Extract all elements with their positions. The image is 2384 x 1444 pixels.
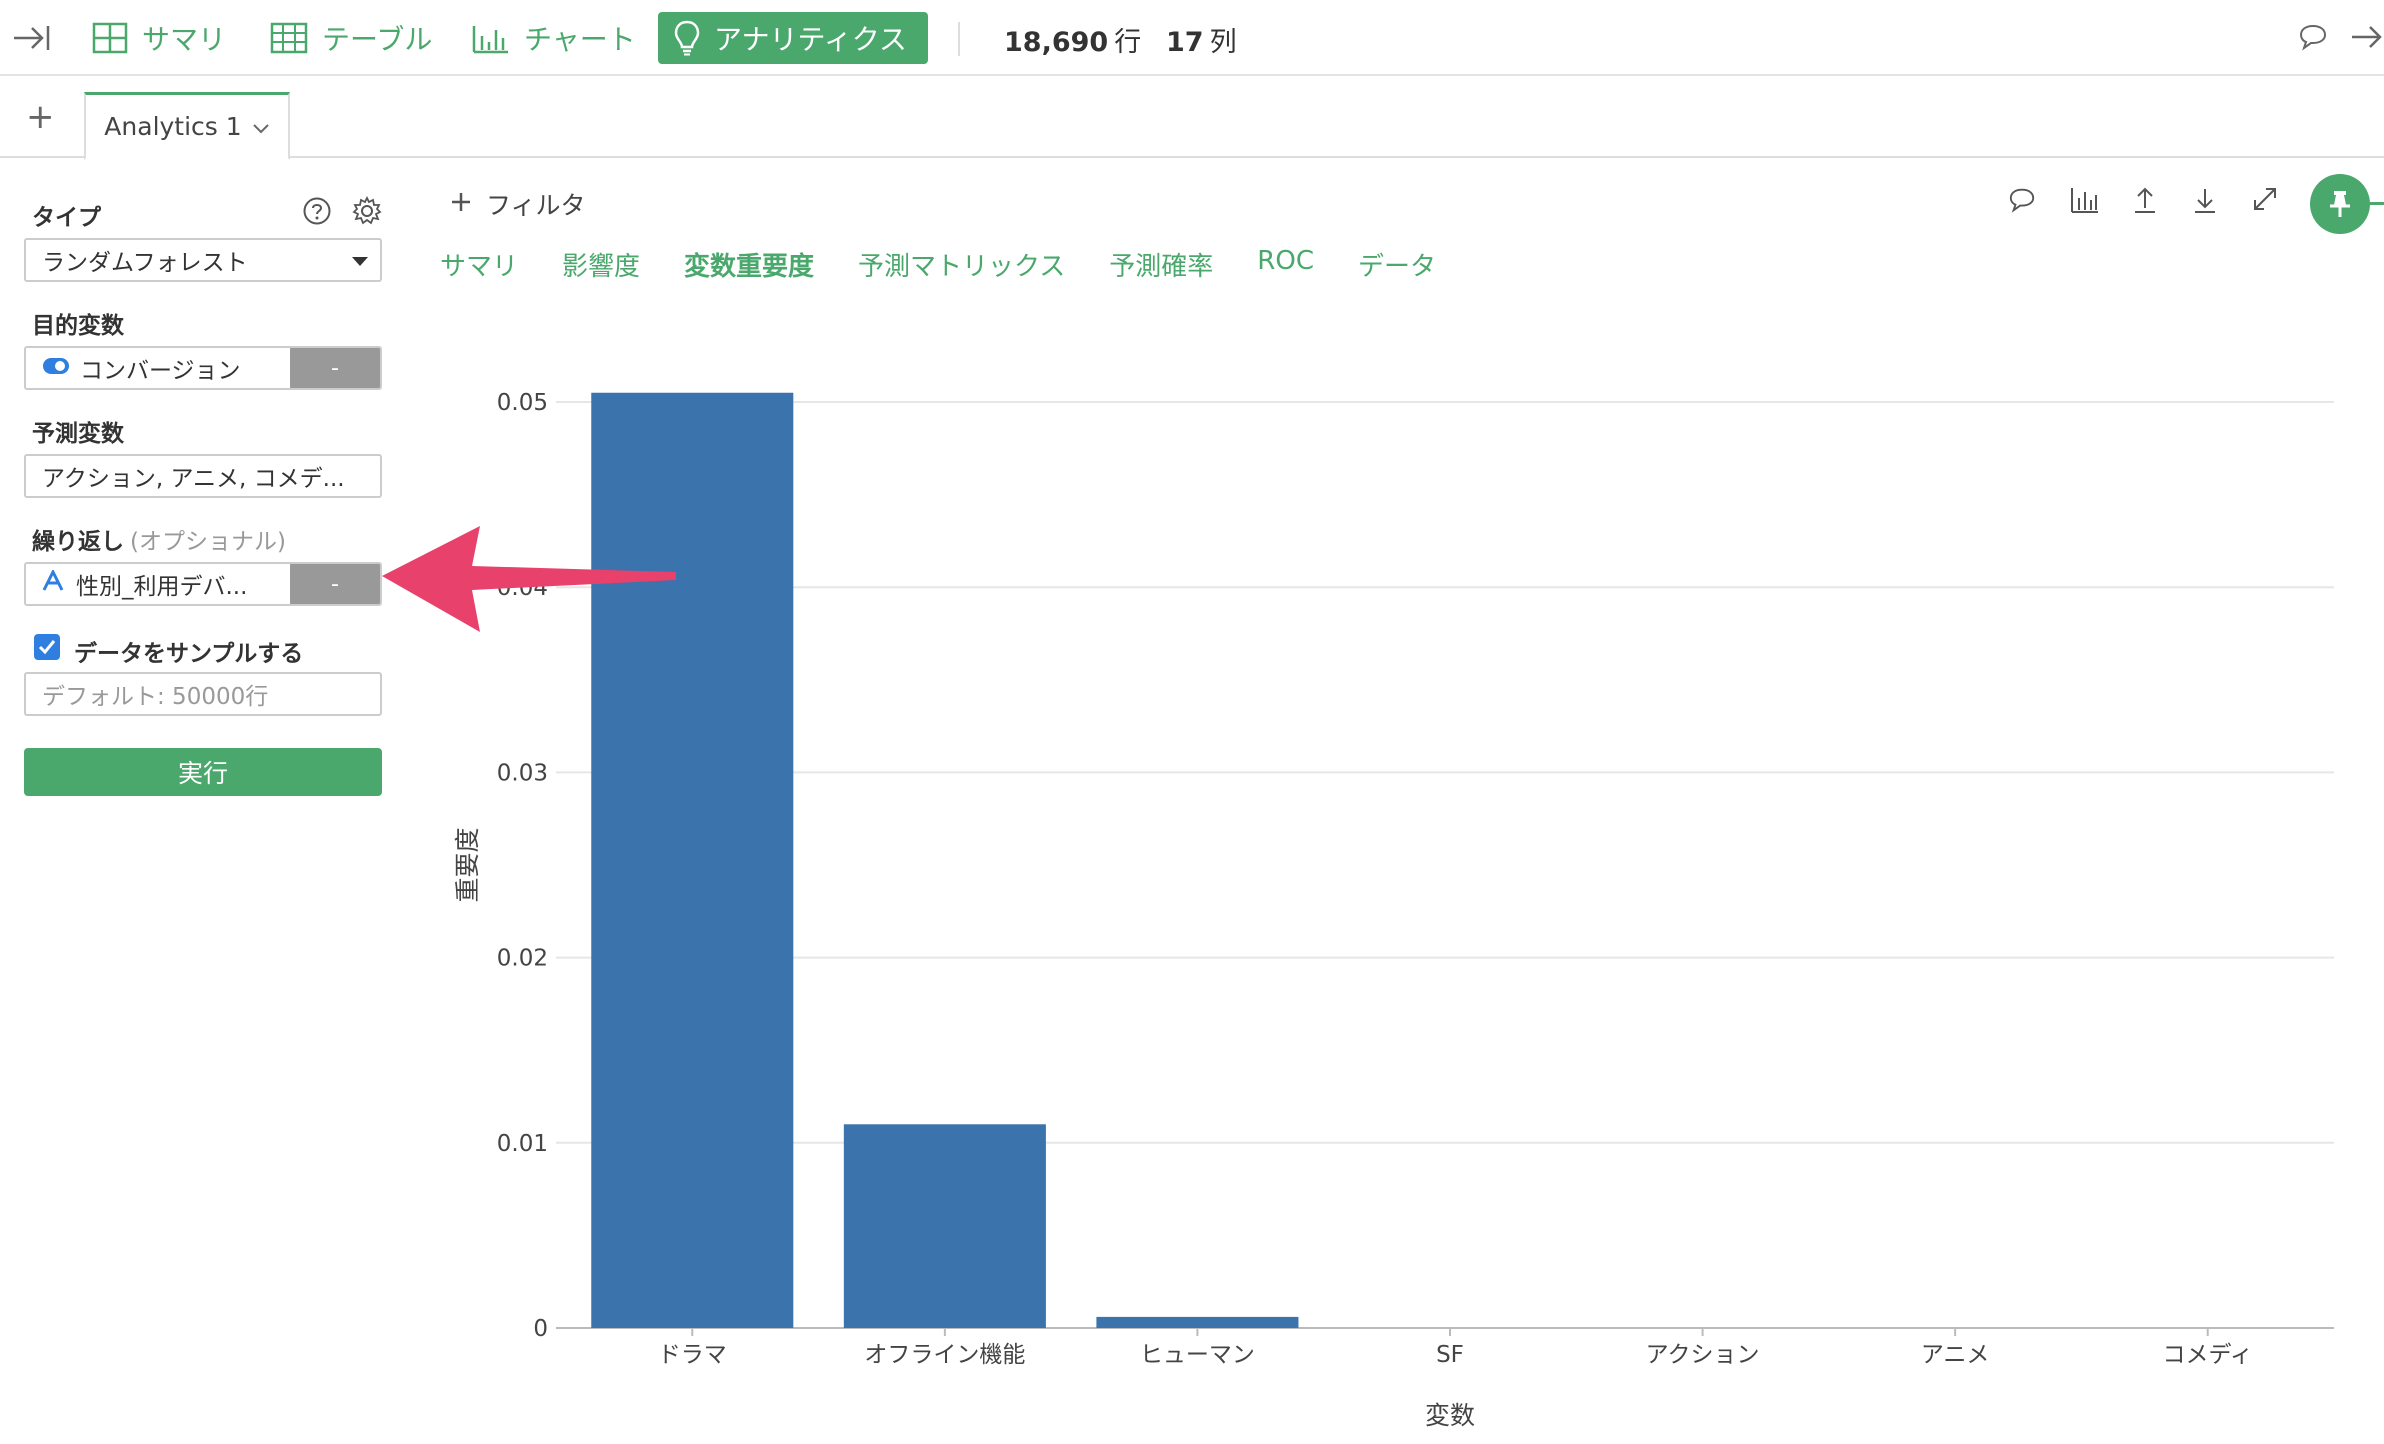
x-tick-label: SF xyxy=(1436,1342,1464,1368)
chart-view-button[interactable]: チャート xyxy=(472,12,636,64)
sample-data-label[interactable]: データをサンプルする xyxy=(74,634,303,668)
result-subtabs: サマリ 影響度 変数重要度 予測マトリックス 予測確率 ROC データ xyxy=(440,246,1436,283)
summary-view-button[interactable]: サマリ xyxy=(92,12,226,64)
table-icon xyxy=(270,22,308,54)
x-axis-ticks: ドラマ オフライン機能 ヒューマン SF アクション アニメ コメディ xyxy=(658,1328,2253,1368)
arrow-shape xyxy=(382,526,676,632)
predictor-variables-label: 予測変数 xyxy=(32,421,124,447)
pin-icon xyxy=(2330,191,2350,217)
x-axis-label: 変数 xyxy=(1425,1401,1475,1430)
bar-chart-icon xyxy=(472,22,510,54)
column-count-value: 17 xyxy=(1166,27,1204,58)
repeat-remove-button[interactable]: - xyxy=(290,564,380,604)
analytics-tab-bar: + Analytics 1 xyxy=(0,78,2384,160)
y-tick-label: 0.02 xyxy=(497,946,548,972)
predictor-variables-value: アクション, アニメ, コメデ... xyxy=(42,466,345,492)
annotation-arrow xyxy=(382,526,676,632)
subtab-prediction-probability[interactable]: 予測確率 xyxy=(1109,246,1213,283)
x-tick-label: オフライン機能 xyxy=(864,1342,1025,1368)
text-type-icon xyxy=(42,568,64,598)
expand-right-icon[interactable] xyxy=(2350,20,2384,58)
repeat-by-title: 繰り返し xyxy=(32,529,124,555)
download-icon[interactable] xyxy=(2192,186,2218,218)
y-axis-label: 重要度 xyxy=(453,827,482,902)
target-variable-value: コンバージョン xyxy=(80,358,241,384)
x-tick-label: コメディ xyxy=(2163,1342,2253,1368)
top-toolbar: サマリ テーブル チャート アナリティクス 18,690 行 17 列 xyxy=(0,0,2384,76)
run-button[interactable]: 実行 xyxy=(24,748,382,796)
comment-icon[interactable] xyxy=(2298,22,2328,56)
gear-icon[interactable] xyxy=(352,195,382,230)
column-count-unit: 列 xyxy=(1209,27,1237,58)
expand-icon[interactable] xyxy=(2252,186,2278,216)
subtab-data[interactable]: データ xyxy=(1358,246,1436,283)
chart-view-label: チャート xyxy=(524,23,636,56)
row-count: 18,690 行 xyxy=(1004,20,1141,59)
target-variable-field[interactable]: コンバージョン - xyxy=(24,346,382,390)
sample-size-input[interactable]: デフォルト: 50000行 xyxy=(24,672,382,716)
y-tick-label: 0 xyxy=(533,1316,548,1342)
sample-size-placeholder: デフォルト: 50000行 xyxy=(42,684,269,710)
model-type-select[interactable]: ランダムフォレスト xyxy=(24,238,382,282)
lightbulb-icon xyxy=(674,20,700,56)
pin-button[interactable] xyxy=(2310,174,2370,234)
chevron-down-icon[interactable] xyxy=(252,112,270,141)
upload-icon[interactable] xyxy=(2132,186,2158,218)
help-icon[interactable] xyxy=(302,196,332,230)
collapse-panel-icon[interactable] xyxy=(12,12,54,64)
y-tick-label: 0.03 xyxy=(497,760,548,786)
tab-label: Analytics 1 xyxy=(104,112,242,141)
bar[interactable] xyxy=(843,1124,1046,1328)
pin-connector xyxy=(2370,202,2384,205)
x-tick-label: アクション xyxy=(1646,1342,1760,1368)
type-label: タイプ xyxy=(32,205,101,231)
repeat-by-field[interactable]: 性別_利用デバ... - xyxy=(24,562,382,606)
bars xyxy=(591,392,1299,1328)
plus-icon xyxy=(450,190,472,219)
x-tick-label: ヒューマン xyxy=(1140,1342,1255,1368)
subtab-roc[interactable]: ROC xyxy=(1257,246,1314,283)
y-tick-label: 0.05 xyxy=(497,390,548,416)
sample-data-checkbox[interactable] xyxy=(34,634,60,660)
repeat-by-optional: (オプショナル) xyxy=(130,529,286,555)
checkmark-icon xyxy=(38,640,56,655)
grid-lines xyxy=(556,401,2334,1329)
model-type-value: ランダムフォレスト xyxy=(42,250,248,276)
caret-down-icon xyxy=(352,257,368,266)
summary-grid-icon xyxy=(92,22,128,54)
chart-settings-icon[interactable] xyxy=(2070,186,2100,218)
column-count: 17 列 xyxy=(1166,20,1237,59)
subtab-prediction-matrix[interactable]: 予測マトリックス xyxy=(858,246,1065,283)
filter-label: フィルタ xyxy=(486,191,586,220)
table-view-label: テーブル xyxy=(322,23,433,56)
summary-view-label: サマリ xyxy=(142,23,227,56)
add-tab-button[interactable]: + xyxy=(26,100,55,134)
target-variable-label: 目的変数 xyxy=(32,313,124,339)
add-filter-button[interactable]: フィルタ xyxy=(450,186,586,222)
y-tick-label: 0.01 xyxy=(497,1131,548,1157)
x-tick-label: アニメ xyxy=(1921,1342,1990,1368)
predictor-variables-field[interactable]: アクション, アニメ, コメデ... xyxy=(24,454,382,498)
subtab-summary[interactable]: サマリ xyxy=(440,246,518,283)
tab-analytics-1[interactable]: Analytics 1 xyxy=(84,92,290,160)
variable-importance-chart: 00.010.020.030.040.05 ドラマ オフライン機能 ヒューマン SF ア… xyxy=(453,390,2334,1430)
toolbar-divider xyxy=(958,22,960,56)
repeat-by-label: 繰り返し (オプショナル) xyxy=(32,522,286,556)
row-count-value: 18,690 xyxy=(1004,27,1109,58)
row-count-unit: 行 xyxy=(1114,27,1142,58)
analytics-view-label: アナリティクス xyxy=(714,23,907,56)
settings-panel: タイプ ランダムフォレスト 目的変数 コンバージョン - 予測変数 アクション,… xyxy=(0,160,400,1444)
subtab-impact[interactable]: 影響度 xyxy=(562,246,640,283)
bar[interactable] xyxy=(1096,1316,1299,1328)
logical-toggle-icon xyxy=(42,355,70,381)
comment-icon[interactable] xyxy=(2008,186,2036,218)
subtab-variable-importance[interactable]: 変数重要度 xyxy=(684,246,814,283)
analytics-view-button[interactable]: アナリティクス xyxy=(658,12,928,64)
x-tick-label: ドラマ xyxy=(658,1342,727,1368)
repeat-by-value: 性別_利用デバ... xyxy=(76,574,248,600)
table-view-button[interactable]: テーブル xyxy=(270,12,432,64)
target-remove-button[interactable]: - xyxy=(290,348,380,388)
